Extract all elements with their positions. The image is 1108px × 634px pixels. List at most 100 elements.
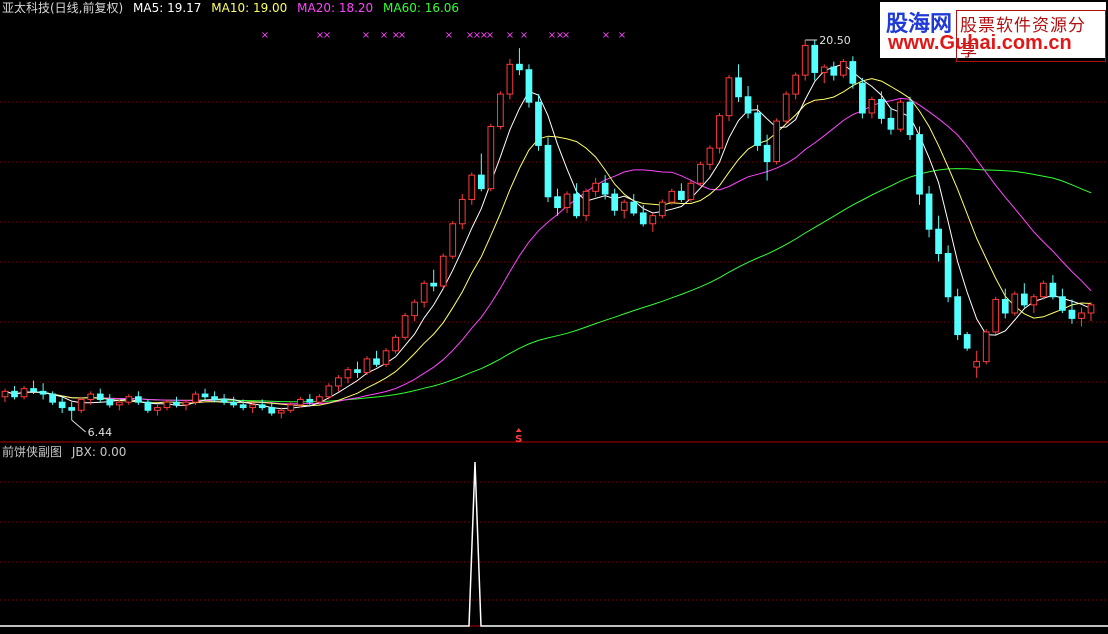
candle-body	[592, 182, 599, 192]
candle-body	[1, 390, 9, 398]
candle-body	[344, 369, 352, 379]
candle-body	[325, 385, 333, 398]
candle-body	[706, 147, 714, 165]
candle-body	[497, 93, 504, 127]
low-label: 6.44	[88, 426, 113, 439]
candle-body	[554, 196, 561, 209]
candle-body	[115, 401, 123, 406]
candle-body	[316, 396, 323, 403]
candle-body	[77, 398, 85, 411]
candle-body	[96, 393, 104, 400]
candle-body	[220, 398, 228, 403]
candle-body	[697, 163, 704, 184]
candle-body	[716, 115, 723, 149]
candle-body	[1011, 293, 1019, 314]
signal-marker: ×	[323, 30, 331, 41]
candle-body	[820, 66, 828, 73]
candle-body	[382, 350, 390, 365]
candle-body	[658, 201, 666, 217]
candle-body	[58, 401, 66, 409]
candle-body	[573, 193, 580, 217]
candle-body	[782, 93, 790, 122]
candle-body	[963, 334, 971, 349]
candle-body	[230, 401, 237, 406]
candle-body	[868, 98, 876, 114]
candle-body	[1001, 298, 1009, 314]
candle-body	[878, 98, 885, 119]
high-label: 20.50	[819, 34, 851, 47]
candle-body	[30, 388, 37, 392]
candle-body	[801, 44, 809, 76]
low-pointer	[71, 419, 87, 433]
kline-chart[interactable]: × ×× × × ×× × ×××× × × × ×× × × 20.506.44S	[0, 0, 1108, 634]
candle-body	[1030, 296, 1038, 306]
candle-body	[420, 282, 428, 303]
candle-body	[1078, 312, 1085, 319]
candle-body	[678, 190, 685, 200]
candle-body	[239, 404, 247, 409]
candle-body	[687, 182, 695, 200]
candle-body	[135, 396, 142, 403]
candle-body	[1059, 296, 1066, 311]
candle-body	[125, 396, 133, 403]
candle-body	[611, 193, 619, 211]
candle-body	[982, 331, 990, 363]
candle-body	[849, 61, 857, 84]
signal-marker: ×	[520, 30, 528, 41]
candle-body	[563, 193, 571, 209]
candle-body	[906, 101, 914, 136]
candle-body	[154, 407, 161, 411]
candle-body	[458, 198, 466, 225]
candle-body	[668, 190, 676, 203]
candle-body	[506, 63, 514, 95]
candle-body	[430, 282, 438, 287]
candle-body	[735, 77, 742, 98]
candle-body	[106, 398, 114, 406]
candle-body	[811, 44, 819, 73]
candle-body	[1068, 309, 1076, 319]
signal-marker: ×	[506, 30, 514, 41]
candle-body	[773, 120, 780, 163]
candle-body	[211, 396, 218, 400]
candle-body	[268, 407, 276, 414]
candle-body	[363, 358, 371, 373]
candle-body	[525, 69, 533, 103]
candle-body	[392, 336, 399, 352]
candle-body	[620, 201, 628, 211]
candle-body	[887, 117, 895, 130]
candle-body	[1049, 282, 1057, 298]
candle-body	[925, 193, 933, 230]
candle-body	[49, 393, 56, 403]
candle-body	[839, 61, 847, 76]
candle-body	[439, 255, 447, 287]
candle-body	[287, 404, 295, 411]
candle-body	[859, 82, 866, 114]
candle-body	[20, 388, 28, 398]
candle-body	[335, 377, 342, 387]
candle-body	[935, 228, 942, 255]
candle-body	[144, 401, 152, 411]
candle-body	[582, 190, 590, 217]
candle-body	[992, 298, 1000, 333]
candle-body	[173, 401, 180, 406]
signal-marker: ×	[618, 30, 626, 41]
candle-body	[296, 398, 304, 406]
candle-body	[192, 393, 199, 403]
candle-body	[754, 112, 761, 146]
candle-body	[830, 66, 838, 76]
jbx-line	[0, 461, 1108, 627]
candle-body	[449, 223, 457, 257]
candle-body	[630, 201, 638, 214]
candle-body	[639, 212, 647, 225]
candle-body	[1020, 293, 1028, 306]
candle-body	[163, 401, 171, 409]
candle-body	[744, 96, 752, 114]
candle-body	[249, 404, 257, 409]
candle-body	[401, 315, 409, 338]
candle-body	[477, 174, 485, 190]
ma10-line	[4, 78, 1092, 407]
candle-body	[468, 174, 476, 200]
candle-body	[954, 296, 961, 336]
candle-body	[649, 215, 657, 225]
ma5-line	[4, 63, 1092, 410]
